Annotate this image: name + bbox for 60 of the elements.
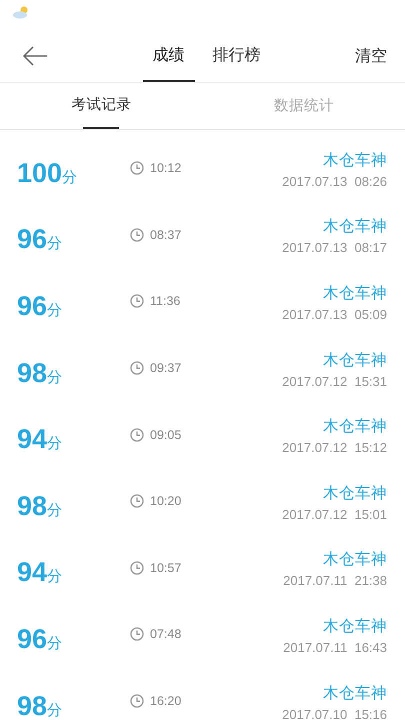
exam-date: 2017.07.12 15:12	[282, 440, 387, 456]
score-value: 96	[17, 290, 48, 322]
score-value: 96	[17, 224, 48, 256]
user-name: 木仓车神	[323, 549, 387, 570]
score-value: 94	[17, 424, 48, 456]
user-name: 木仓车神	[323, 682, 387, 704]
clock-icon	[130, 428, 144, 442]
clock-icon	[130, 560, 144, 575]
score-unit: 分	[47, 567, 62, 586]
weather-icon	[12, 5, 30, 19]
user-name: 木仓车神	[323, 150, 387, 171]
header-tab[interactable]: 排行榜	[202, 30, 270, 82]
user-name: 木仓车神	[323, 616, 387, 637]
user-name: 木仓车神	[323, 416, 387, 438]
score-value: 98	[17, 690, 48, 720]
score-unit: 分	[47, 300, 62, 320]
exam-date: 2017.07.12 15:31	[282, 374, 387, 389]
user-name: 木仓车神	[323, 282, 387, 304]
duration-text: 09:37	[150, 361, 182, 376]
score-unit: 分	[47, 700, 62, 720]
clock-icon	[130, 627, 144, 642]
clock-icon	[130, 161, 144, 176]
score-unit: 分	[47, 368, 62, 387]
score-value: 98	[17, 490, 48, 522]
exam-date: 2017.07.11 21:38	[283, 573, 387, 588]
back-arrow-icon	[22, 46, 48, 66]
duration-text: 10:20	[150, 494, 182, 508]
clock-icon	[130, 494, 144, 508]
duration-text: 11:36	[150, 294, 180, 308]
score-value: 96	[17, 624, 48, 655]
score-value: 94	[17, 557, 48, 588]
clock-icon	[130, 294, 144, 308]
score-unit: 分	[47, 234, 62, 254]
score-value: 98	[17, 358, 48, 389]
duration-text: 10:12	[150, 161, 182, 176]
duration-text: 16:20	[150, 694, 182, 708]
exam-date: 2017.07.13 05:09	[282, 306, 387, 322]
exam-date: 2017.07.10 15:16	[282, 706, 387, 720]
sub-tab[interactable]: 考试记录	[71, 95, 132, 114]
user-name: 木仓车神	[323, 482, 387, 504]
exam-date: 2017.07.13 08:17	[282, 240, 387, 256]
exam-date: 2017.07.11 16:43	[283, 640, 387, 655]
clock-icon	[130, 694, 144, 708]
duration-text: 10:57	[150, 560, 182, 575]
duration-text: 09:05	[150, 428, 182, 442]
score-unit: 分	[47, 434, 62, 454]
user-name: 木仓车神	[323, 350, 387, 371]
clear-button[interactable]: 清空	[335, 30, 405, 82]
clock-icon	[130, 361, 144, 376]
duration-text: 08:37	[150, 228, 182, 242]
exam-date: 2017.07.12 15:01	[282, 506, 387, 522]
header-tab[interactable]: 成绩	[142, 30, 194, 82]
duration-text: 07:48	[150, 627, 182, 642]
score-value: 100	[17, 158, 62, 189]
exam-date: 2017.07.13 08:26	[282, 174, 387, 189]
score-unit: 分	[62, 168, 78, 187]
score-unit: 分	[47, 634, 62, 653]
clock-icon	[130, 228, 144, 242]
user-name: 木仓车神	[323, 216, 387, 238]
score-unit: 分	[47, 500, 62, 520]
